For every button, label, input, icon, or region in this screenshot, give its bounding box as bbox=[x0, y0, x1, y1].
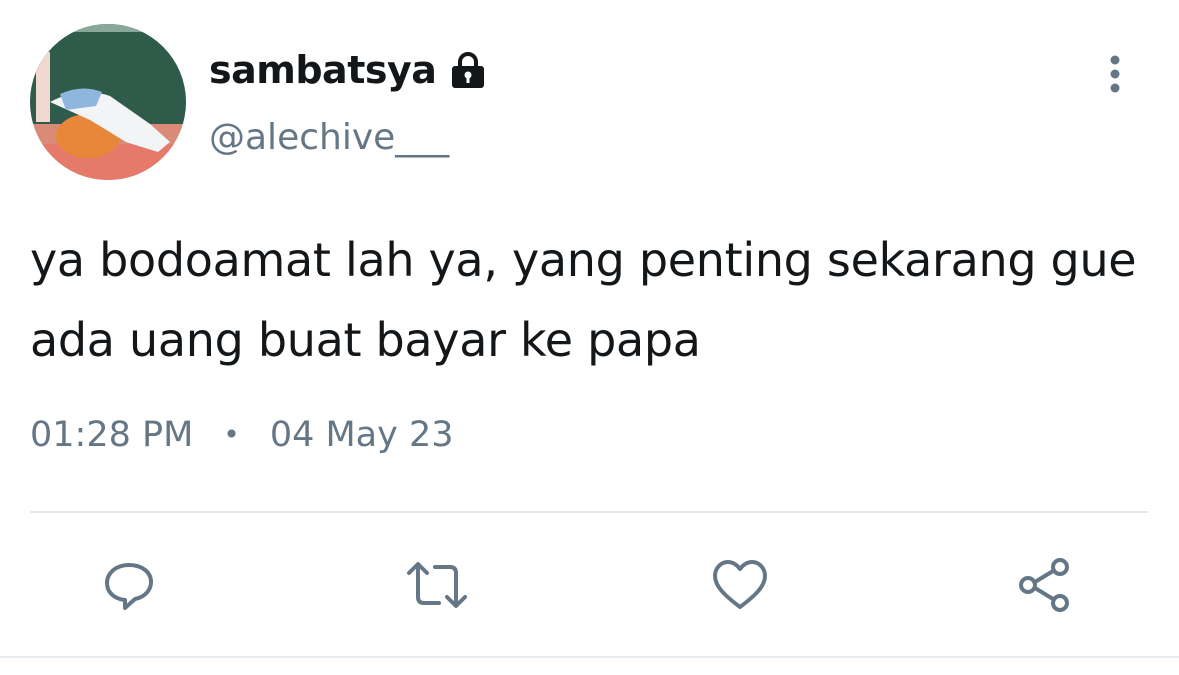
retweet-button[interactable] bbox=[405, 553, 469, 617]
separator-dot: • bbox=[223, 418, 240, 451]
share-button[interactable] bbox=[1012, 553, 1076, 617]
like-button[interactable] bbox=[708, 553, 772, 617]
avatar[interactable] bbox=[30, 24, 186, 180]
retweet-icon bbox=[407, 562, 467, 608]
display-name[interactable]: sambatsya bbox=[209, 46, 488, 94]
like-icon bbox=[713, 560, 767, 609]
share-icon bbox=[1019, 558, 1069, 612]
more-options-icon[interactable] bbox=[1097, 52, 1133, 96]
tweet-text: ya bodoamat lah ya, yang penting sekaran… bbox=[30, 233, 1137, 367]
divider bbox=[30, 511, 1148, 513]
tweet-timestamp[interactable]: 01:28 PM • 04 May 23 bbox=[30, 410, 454, 460]
avatar-photo bbox=[30, 24, 186, 180]
display-name-text: sambatsya bbox=[209, 48, 437, 92]
lock-icon bbox=[452, 52, 485, 88]
bottom-divider bbox=[0, 656, 1179, 658]
user-handle[interactable]: @alechive___ bbox=[209, 116, 449, 160]
tweet-time: 01:28 PM bbox=[30, 415, 194, 455]
tweet-date: 04 May 23 bbox=[269, 415, 454, 455]
reply-icon bbox=[105, 563, 153, 610]
reply-button[interactable] bbox=[97, 553, 161, 617]
tweet-card: sambatsya @alechive___ ya bodoamat lah y… bbox=[0, 0, 1179, 675]
